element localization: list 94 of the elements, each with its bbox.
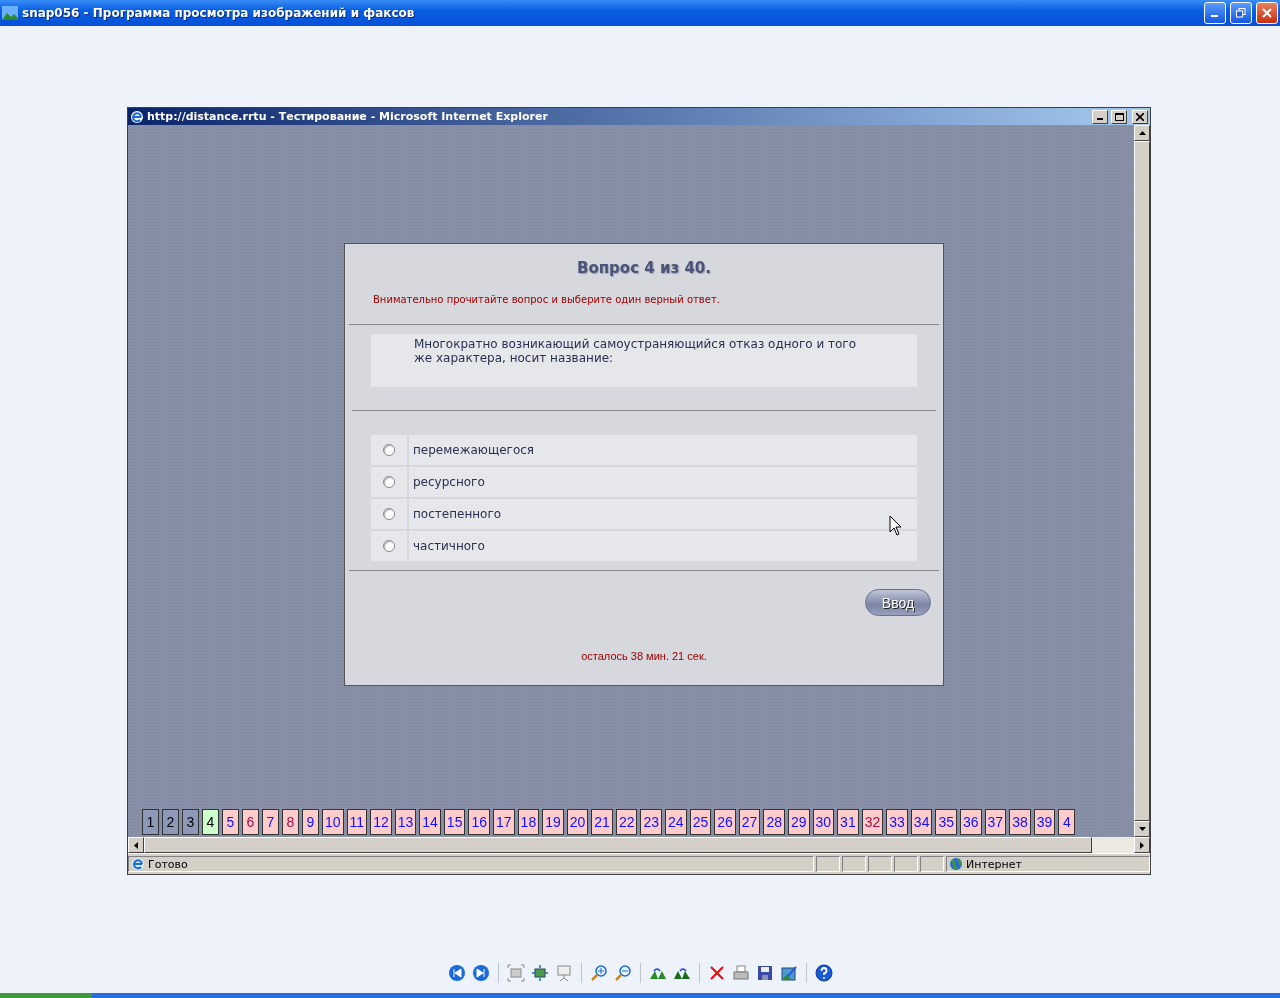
question-number-button[interactable]: 36	[960, 809, 982, 835]
question-number-button[interactable]: 2	[162, 809, 179, 835]
browser-e-icon	[130, 109, 144, 124]
browser-title: http://distance.rrtu - Тестирование - Microsoft Internet Explorer	[147, 110, 549, 123]
status-pane	[816, 856, 840, 872]
question-number-button[interactable]: 34	[910, 809, 933, 835]
window-title: snap056 - Программа просмотра изображений и факсов	[22, 6, 416, 20]
down-arrow-icon	[1138, 827, 1146, 831]
question-number-button[interactable]: 4	[1058, 809, 1076, 835]
question-number-button[interactable]: 13	[394, 809, 417, 835]
status-pane	[894, 856, 918, 872]
status-pane	[920, 856, 944, 872]
question-number-button[interactable]: 28	[763, 809, 785, 835]
answer-option[interactable]: ресурсного	[409, 467, 917, 497]
answer-option[interactable]: частичного	[409, 531, 917, 561]
question-number-button[interactable]: 16	[468, 809, 490, 835]
radio-button[interactable]	[383, 444, 395, 456]
up-arrow-icon	[1138, 131, 1146, 135]
question-number-button[interactable]: 17	[493, 809, 515, 835]
question-heading: Вопрос 4 из 40.	[577, 258, 711, 277]
scroll-left-button[interactable]	[128, 837, 144, 853]
close-icon	[1136, 112, 1144, 121]
status-pane	[842, 856, 866, 872]
landscape-picture-icon	[2, 5, 18, 21]
question-number-button[interactable]: 32	[861, 809, 884, 835]
delete-icon[interactable]	[707, 964, 726, 982]
question-number-button[interactable]: 20	[566, 809, 589, 835]
instruction-text: Внимательно прочитайте вопрос и выберите один верный ответ.	[373, 294, 720, 305]
question-number-button[interactable]: 37	[984, 809, 1007, 835]
question-text: Многократно возникающий самоустраняющийся отказ одного и того же характера, носит название:	[371, 334, 917, 387]
question-number-button[interactable]: 14	[419, 809, 441, 835]
question-number-button[interactable]: 30	[812, 809, 835, 835]
page-e-icon	[131, 857, 145, 871]
answer-option[interactable]: постепенного	[409, 499, 917, 529]
question-number-button[interactable]: 15	[443, 809, 466, 835]
restore-icon	[1236, 8, 1246, 18]
question-number-button[interactable]: 9	[302, 809, 319, 835]
question-number-button[interactable]: 24	[665, 809, 687, 835]
picture-arrows-icon[interactable]	[530, 964, 549, 982]
question-number-button[interactable]: 27	[738, 809, 761, 835]
question-number-button[interactable]: 11	[346, 809, 368, 835]
globe-icon	[949, 857, 963, 871]
question-number-button[interactable]: 3	[182, 809, 199, 835]
question-number-button[interactable]: 31	[837, 809, 859, 835]
restore-button[interactable]	[1230, 2, 1252, 24]
question-number-button[interactable]: 29	[787, 809, 810, 835]
question-number-button[interactable]: 19	[542, 809, 564, 835]
radio-button[interactable]	[383, 508, 395, 520]
security-zone-text: Интернет	[966, 857, 1022, 871]
right-arrow-icon	[1140, 841, 1144, 849]
question-number-button[interactable]: 5	[222, 809, 239, 835]
mouse-pointer-icon	[889, 515, 902, 536]
question-number-button[interactable]: 4	[202, 809, 219, 835]
zoom-in-icon[interactable]	[589, 964, 608, 982]
next-icon[interactable]	[471, 964, 490, 982]
maximize-button[interactable]	[1111, 109, 1127, 124]
scrollbar-thumb[interactable]	[1134, 141, 1150, 821]
minimize-button[interactable]	[1092, 109, 1108, 124]
submit-button[interactable]: Ввод	[865, 589, 931, 616]
timer-text: осталось 38 мин. 21 сек.	[581, 650, 707, 662]
scroll-right-button[interactable]	[1134, 837, 1150, 853]
question-number-button[interactable]: 10	[322, 809, 344, 835]
question-number-button[interactable]: 1	[142, 809, 159, 835]
question-number-button[interactable]: 25	[689, 809, 712, 835]
radio-button[interactable]	[383, 476, 395, 488]
question-number-button[interactable]: 7	[262, 809, 279, 835]
question-number-button[interactable]: 26	[714, 809, 736, 835]
status-pane	[868, 856, 892, 872]
question-number-button[interactable]: 6	[242, 809, 259, 835]
status-text: Готово	[148, 857, 188, 871]
question-number-button[interactable]: 38	[1009, 809, 1031, 835]
scroll-up-button[interactable]	[1134, 125, 1150, 141]
scrollbar-thumb[interactable]	[144, 837, 1092, 853]
printer-icon[interactable]	[731, 964, 750, 982]
question-number-button[interactable]: 18	[517, 809, 540, 835]
radio-button[interactable]	[383, 540, 395, 552]
question-number-button[interactable]: 23	[640, 809, 663, 835]
scroll-down-button[interactable]	[1134, 821, 1150, 837]
zoom-out-icon[interactable]	[613, 964, 632, 982]
left-arrow-icon	[134, 841, 138, 849]
help-icon[interactable]	[814, 964, 833, 982]
picture-edit-icon[interactable]	[779, 964, 798, 982]
close-button[interactable]	[1132, 109, 1148, 124]
question-number-button[interactable]: 12	[370, 809, 392, 835]
answer-option[interactable]: перемежающегося	[409, 435, 917, 465]
question-number-button[interactable]: 35	[935, 809, 957, 835]
close-icon	[1262, 8, 1272, 18]
question-number-button[interactable]: 21	[591, 809, 613, 835]
maximize-icon	[1114, 112, 1124, 121]
question-number-button[interactable]: 22	[615, 809, 638, 835]
previous-icon[interactable]	[447, 964, 466, 982]
question-number-button[interactable]: 33	[886, 809, 908, 835]
question-number-button[interactable]: 8	[282, 809, 299, 835]
question-number-button[interactable]: 39	[1033, 809, 1056, 835]
